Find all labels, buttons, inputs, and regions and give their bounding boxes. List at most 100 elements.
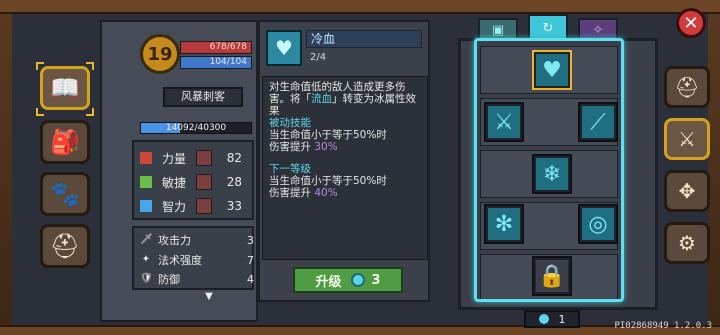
sword-icon: 🗡	[140, 234, 153, 245]
attribute-box: 力量 82 敏捷 28 智力 33	[132, 140, 254, 220]
passive-line-1: 当生命值小于等于50%时	[269, 129, 387, 141]
tab-skill-tree-1-icon: ▣	[491, 22, 505, 38]
nav-equipment-button[interactable]: ⛑	[40, 224, 90, 268]
attribute-row-strength: 力量 82	[140, 148, 252, 168]
intellect-icon	[140, 200, 152, 212]
wand-icon: ✦	[141, 254, 151, 265]
ice-slash-icon: ⚔	[488, 106, 520, 138]
tab-skill-tree-3[interactable]: ✧	[578, 18, 618, 40]
attribute-value: 33	[226, 199, 242, 213]
cold-blood-heart-icon: ♥	[266, 30, 302, 66]
crossed-swords-icon: ⚔	[678, 127, 696, 151]
next-level-line-1: 当生命值小于等于50%时	[269, 175, 387, 187]
attribute-row-agility: 敏捷 28	[140, 172, 252, 192]
settings-gear-icon: ⚙	[678, 231, 696, 255]
skill-name: 冷血	[306, 30, 422, 48]
skill-node-ice-blade[interactable]: ⟋	[578, 102, 618, 142]
skill-description-text: 对生命值低的敌人造成更多伤害。将「流血」转变为冰属性效果	[269, 81, 421, 117]
cold-blood-heart-icon: ♥	[536, 54, 568, 86]
skill-level: 2/4	[310, 52, 327, 63]
attribute-label: 力量	[162, 151, 187, 166]
mp-value: 104/104	[209, 57, 247, 67]
close-icon: ✕	[683, 12, 699, 34]
nav-skills-button[interactable]: ⚔	[664, 118, 710, 160]
selection-corner	[36, 62, 44, 70]
compass-icon: ✥	[678, 179, 696, 203]
skill-node-cold-blood[interactable]: ♥	[532, 50, 572, 90]
selection-corner	[86, 108, 94, 116]
attribute-label: 敏捷	[162, 175, 187, 190]
ice-blade-icon: ⟋	[582, 106, 614, 138]
nav-pets-button[interactable]: 🐾	[40, 172, 90, 216]
combat-label: 防御	[158, 273, 180, 286]
nav-inventory-button[interactable]: 🎒	[40, 120, 90, 164]
helmet-face-icon: ⛑	[674, 75, 700, 99]
intellect-decrease-button[interactable]	[196, 198, 212, 214]
strength-decrease-button[interactable]	[196, 150, 212, 166]
next-level-title: 下一等级	[269, 163, 311, 175]
combat-stats-box: 🗡 攻击力 3 ✦ 法术强度 7 🛡 防御 4	[132, 226, 254, 290]
tab-skill-tree-2[interactable]: ↻	[528, 14, 568, 40]
combat-row-attack: 🗡 攻击力 3	[140, 231, 254, 249]
passive-title: 被动技能	[269, 117, 311, 129]
build-id: PI02868949 1.2.0.3	[614, 321, 712, 331]
nav-character-button[interactable]: ⛑	[664, 66, 710, 108]
combat-value: 4	[247, 272, 254, 286]
combat-row-spell-power: ✦ 法术强度 7	[140, 251, 254, 269]
nav-settings-button[interactable]: ⚙	[664, 222, 710, 264]
skill-points-counter: 1	[524, 310, 580, 328]
skill-node-ice-boot[interactable]: ❄	[532, 154, 572, 194]
desc-highlight: 流血	[311, 93, 332, 105]
upgrade-button[interactable]: 升级 3	[293, 267, 403, 293]
nav-talents-button[interactable]: ✥	[664, 170, 710, 212]
hp-value: 678/678	[209, 42, 247, 52]
strength-icon	[140, 152, 152, 164]
selection-corner	[36, 108, 44, 116]
combat-value: 7	[247, 253, 254, 267]
close-button[interactable]: ✕	[676, 8, 706, 38]
attribute-value: 82	[226, 151, 242, 165]
selection-corner	[86, 62, 94, 70]
combat-value: 3	[247, 233, 254, 247]
skill-node-locked[interactable]: 🔒	[532, 256, 572, 296]
next-level-line-2-prefix: 伤害提升	[269, 187, 311, 199]
attribute-label: 智力	[162, 199, 187, 214]
experience-text: 14092/40300	[165, 123, 227, 133]
class-name-plate: 风暴刺客	[163, 87, 243, 107]
nav-codex-button[interactable]: 📖	[40, 66, 90, 110]
combat-label: 攻击力	[158, 234, 191, 247]
backpack-icon: 🎒	[50, 128, 80, 156]
tab-skill-tree-1[interactable]: ▣	[478, 18, 518, 40]
skill-description: 对生命值低的敌人造成更多伤害。将「流血」转变为冰属性效果 被动技能 当生命值小于…	[262, 76, 428, 260]
upgrade-cost: 3	[371, 272, 381, 288]
frame-top-plank	[0, 0, 720, 14]
frame-bottom-plank	[0, 325, 720, 335]
mp-bar: 104/104	[180, 56, 252, 69]
agility-icon	[140, 176, 152, 188]
agility-decrease-button[interactable]	[196, 174, 212, 190]
skill-points-value: 1	[558, 312, 566, 326]
snowflake-icon: ✻	[488, 208, 520, 240]
locked-icon: 🔒	[536, 260, 568, 292]
ice-boot-icon: ❄	[536, 158, 568, 190]
next-level-line-2: 伤害提升 40%	[269, 187, 421, 199]
tab-skill-tree-2-icon: ↻	[542, 20, 554, 36]
hp-bar: 678/678	[180, 41, 252, 54]
book-icon: 📖	[50, 74, 80, 102]
skill-node-snowflake[interactable]: ✻	[484, 204, 524, 244]
skill-node-ice-slash[interactable]: ⚔	[484, 102, 524, 142]
shield-icon: 🛡	[140, 273, 153, 284]
passive-line-2-value: 30%	[314, 141, 338, 153]
level-value: 19	[147, 43, 173, 65]
scroll-down-arrow-icon[interactable]: ▼	[194, 292, 224, 302]
ice-vortex-icon: ◎	[582, 208, 614, 240]
upgrade-label: 升级	[315, 274, 342, 290]
skill-point-icon	[538, 314, 549, 324]
pet-paw-icon: 🐾	[50, 180, 80, 208]
experience-bar: 14092/40300	[140, 122, 252, 134]
next-level-line-2-value: 40%	[314, 187, 338, 199]
attribute-row-intellect: 智力 33	[140, 196, 252, 216]
skill-node-ice-vortex[interactable]: ◎	[578, 204, 618, 244]
passive-line-2-prefix: 伤害提升	[269, 141, 311, 153]
passive-line-2: 伤害提升 30%	[269, 141, 421, 153]
